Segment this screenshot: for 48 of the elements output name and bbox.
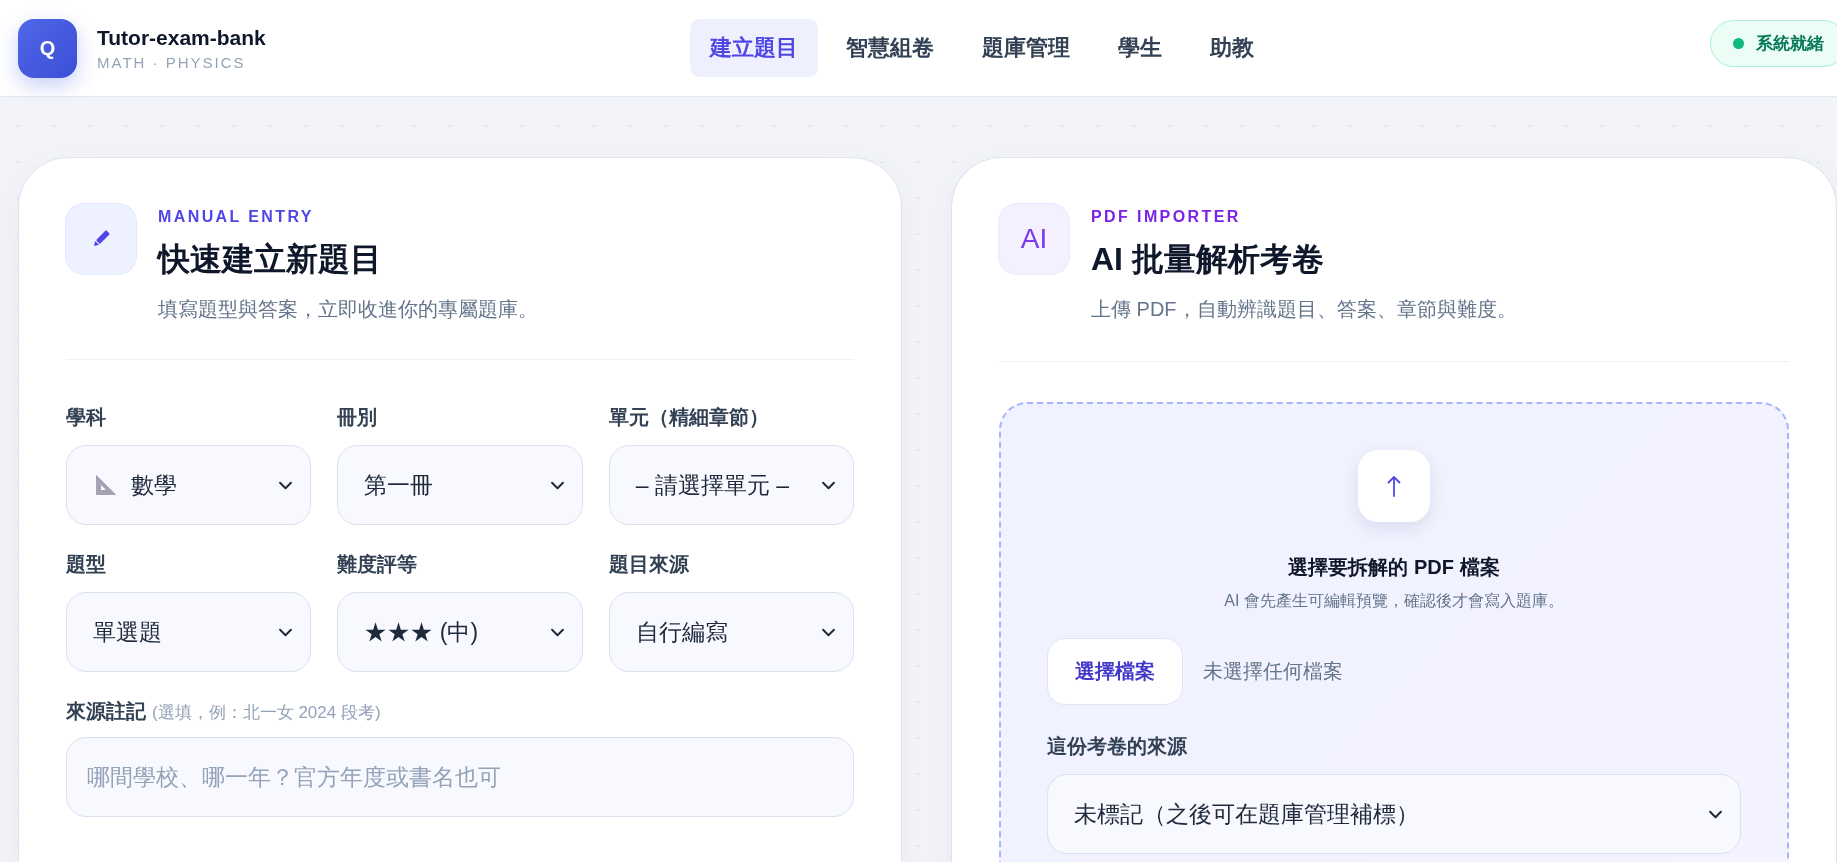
card-subtitle: 填寫題型與答案，立即收進你的專屬題庫。: [158, 297, 538, 322]
nav-tab[interactable]: 智慧組卷: [826, 19, 954, 77]
field-label: 冊別: [337, 405, 379, 430]
chevron-down-icon: [1709, 809, 1722, 819]
chevron-down-icon: [279, 627, 293, 637]
field-label: 來源註記: [66, 699, 146, 724]
select-field[interactable]: 第一冊: [337, 445, 583, 525]
section-eyebrow: PDF IMPORTER: [1091, 208, 1242, 226]
app-tagline: MATH · PHYSICS: [97, 53, 247, 71]
field-label: 單元（精細章節）: [608, 405, 770, 430]
up-arrow-icon: [1387, 474, 1401, 498]
field-label: 這份考卷的來源: [1047, 734, 1188, 759]
section-eyebrow: MANUAL ENTRY: [158, 208, 315, 226]
chevron-down-icon: [550, 480, 564, 490]
field-label: 難度評等: [337, 552, 419, 577]
status-dot-icon: [1733, 38, 1744, 49]
source-note-input[interactable]: 哪間學校、哪一年？官方年度或書名也可: [66, 737, 854, 817]
card-title: AI 批量解析考卷: [1091, 240, 1325, 279]
select-field[interactable]: – 請選擇單元 –: [608, 445, 854, 525]
select-field[interactable]: 單選題: [66, 592, 312, 672]
file-status: 未選擇任何檔案: [1203, 659, 1343, 684]
chevron-down-icon: [550, 627, 564, 637]
field-label: 題型: [66, 552, 107, 577]
chevron-down-icon: [822, 627, 835, 637]
field-label: 學科: [66, 405, 107, 430]
app-name: Tutor-exam-bank: [97, 25, 266, 50]
select-field[interactable]: 自行編寫: [608, 592, 854, 672]
select-field[interactable]: 未標記（之後可在題庫管理補標）: [1047, 774, 1741, 854]
app-logo: Q: [18, 18, 77, 78]
chevron-down-icon: [822, 480, 835, 490]
card-subtitle: 上傳 PDF，自動辨識題目、答案、章節與難度。: [1091, 297, 1517, 322]
select-field[interactable]: ★★★ (中): [337, 592, 583, 672]
card-title: 快速建立新題目: [158, 240, 383, 279]
nav-tab[interactable]: 題庫管理: [962, 19, 1090, 77]
ai-badge: AI: [999, 204, 1069, 274]
set-square-icon: [93, 472, 119, 498]
nav-tab[interactable]: 助教: [1190, 19, 1274, 77]
field-hint: (選填，例：北一女 2024 段考): [152, 702, 381, 724]
dropzone-title: 選擇要拆解的 PDF 檔案: [1287, 555, 1501, 580]
field-label: 題目來源: [608, 552, 690, 577]
select-field[interactable]: 數學: [66, 445, 312, 525]
dropzone-subtitle: AI 會先產生可編輯預覽，確認後才會寫入題庫。: [1223, 591, 1565, 611]
nav-tab[interactable]: 學生: [1098, 19, 1182, 77]
upload-dropzone[interactable]: 選擇要拆解的 PDF 檔案 AI 會先產生可編輯預覽，確認後才會寫入題庫。 選擇檔案 未選擇任何檔案 這份考卷的來源 未標記（之後可在題庫管理補標）: [999, 402, 1789, 862]
chevron-down-icon: [279, 480, 293, 490]
nav-tab[interactable]: 建立題目: [690, 19, 818, 77]
status-text: 系統就緒: [1756, 33, 1824, 55]
choose-file-button[interactable]: 選擇檔案: [1047, 638, 1183, 705]
